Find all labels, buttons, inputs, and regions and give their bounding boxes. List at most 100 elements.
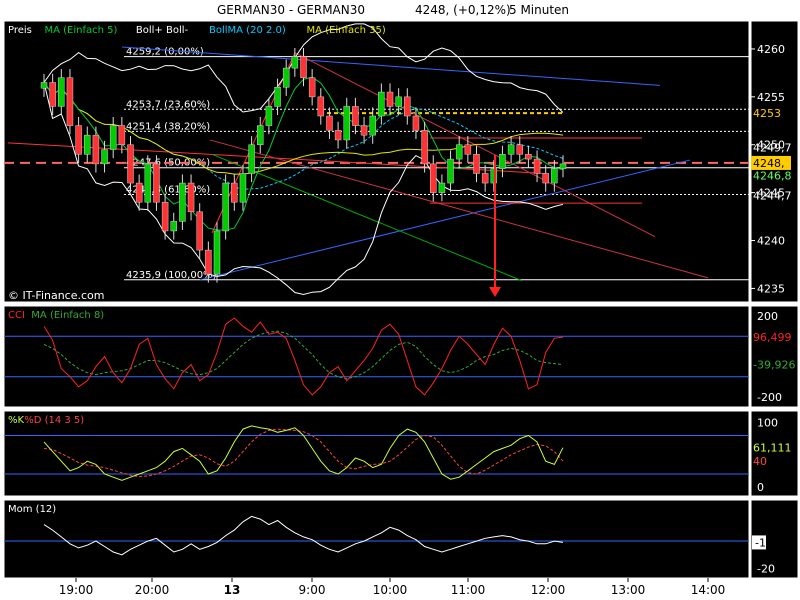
time-axis-label: 13:00 [611,583,646,597]
price-legend-item: Boll+ Boll- [136,25,189,36]
time-axis-label: 11:00 [451,583,486,597]
candle-body [205,249,212,275]
candle-body [300,56,307,78]
candle-body [101,149,108,165]
candle-body [49,82,56,107]
candle-body [455,144,463,160]
candle-body [525,154,532,160]
mom-legend-item: Mom (12) [8,504,56,515]
candle-body [464,144,472,155]
chart-canvas: 4235424042454250425542604259,2 (0,00%)42… [3,20,799,597]
time-axis-label: 9:00 [299,583,326,597]
panel-cci [3,305,750,408]
candle-body [542,173,549,184]
stoch-legend-item: %K [8,415,25,426]
candle-body [187,182,195,213]
candle-body [109,125,117,150]
candle-body [248,144,255,174]
time-axis-label: 19:00 [59,583,94,597]
candle-body [118,125,126,145]
price-y-label: 4260 [757,43,785,56]
candle-body [412,115,420,131]
candle-body [257,125,264,145]
stoch-y-label: 0 [757,481,764,494]
price-y-label: 4255 [757,91,785,104]
candle-body [92,134,100,165]
price-legend-item: BollMA (20 2.0) [209,25,286,36]
mom-y-label: -20 [757,563,775,576]
candle-body [179,182,186,222]
price-tag-label: 4253 [753,107,781,120]
candle-body [170,221,177,232]
candle-body [196,211,203,251]
panel-mom [3,499,750,579]
time-axis-label: 14:00 [691,583,726,597]
candle-body [239,173,247,203]
candle-body [265,106,273,126]
cci-y-label: -200 [757,391,782,404]
copyright-label: © IT-Finance.com [8,289,105,302]
candle-body [308,77,316,98]
candle-body [360,125,368,136]
candle-body [369,115,376,136]
price-legend-item: Preis [8,25,32,36]
panel-stoch [3,410,750,497]
candle-body [334,130,342,141]
candle-body [533,158,541,174]
stoch-y-label: 100 [757,417,778,430]
time-axis-label: 20:00 [135,583,170,597]
price-y-label: 4240 [757,235,785,248]
candle-body [559,163,567,169]
candle-body [274,87,281,107]
candle-body [58,77,65,107]
candle-body [395,96,402,107]
price-legend-item: MA (Einfach 5) [45,25,118,36]
time-axis-label: 12:00 [531,583,566,597]
stoch-tag-label: 61,111 [753,442,792,455]
candle-body [127,144,134,184]
price-tag-label: 4246,8 [753,169,792,182]
candle-body [551,168,558,184]
candle-body [438,182,446,193]
cci-tag-label: -39,926 [753,359,795,372]
candle-body [481,173,489,184]
candle-body [421,130,428,165]
candle-body [378,91,385,117]
candle-body [84,134,91,155]
cci-tag-label: 96,499 [753,331,792,344]
candle-body [447,158,454,184]
candle-body [317,96,325,117]
candle-body [352,106,359,126]
candle-body [213,230,221,275]
cci-legend-item: CCI [8,310,25,321]
stoch-legend-item: %D (14 3 5) [24,415,84,426]
candle-body [326,115,333,131]
price-tag-label: 4248, [753,157,785,170]
candle-body [386,91,394,107]
candle-body [404,96,411,117]
price-tag-label: 4249,7 [753,142,792,155]
candle-body [153,163,160,203]
time-axis-label: 10:00 [373,583,408,597]
time-axis-label: 13 [224,583,241,597]
panel-price [3,20,750,303]
candle-body [161,201,169,232]
candle-body [222,182,229,232]
stoch-tag-label: 40 [753,455,767,468]
candle-body [430,163,437,193]
candle-body [40,82,48,89]
candle-body [499,154,506,169]
cci-y-label: 200 [757,310,778,323]
candle-body [75,125,82,155]
candle-body [282,67,290,88]
price-legend-item: MA (Einfach 35) [307,25,386,36]
candle-body [231,182,238,203]
candle-body [144,163,152,203]
candle-body [66,77,74,126]
candle-body [473,154,480,174]
candle-body [291,56,299,69]
candle-body [135,182,143,203]
fib-level-label: 4253,7 (23,60%) [126,99,210,110]
fib-level-label: 4251,4 (38,20%) [126,121,210,132]
candle-body [507,144,515,155]
